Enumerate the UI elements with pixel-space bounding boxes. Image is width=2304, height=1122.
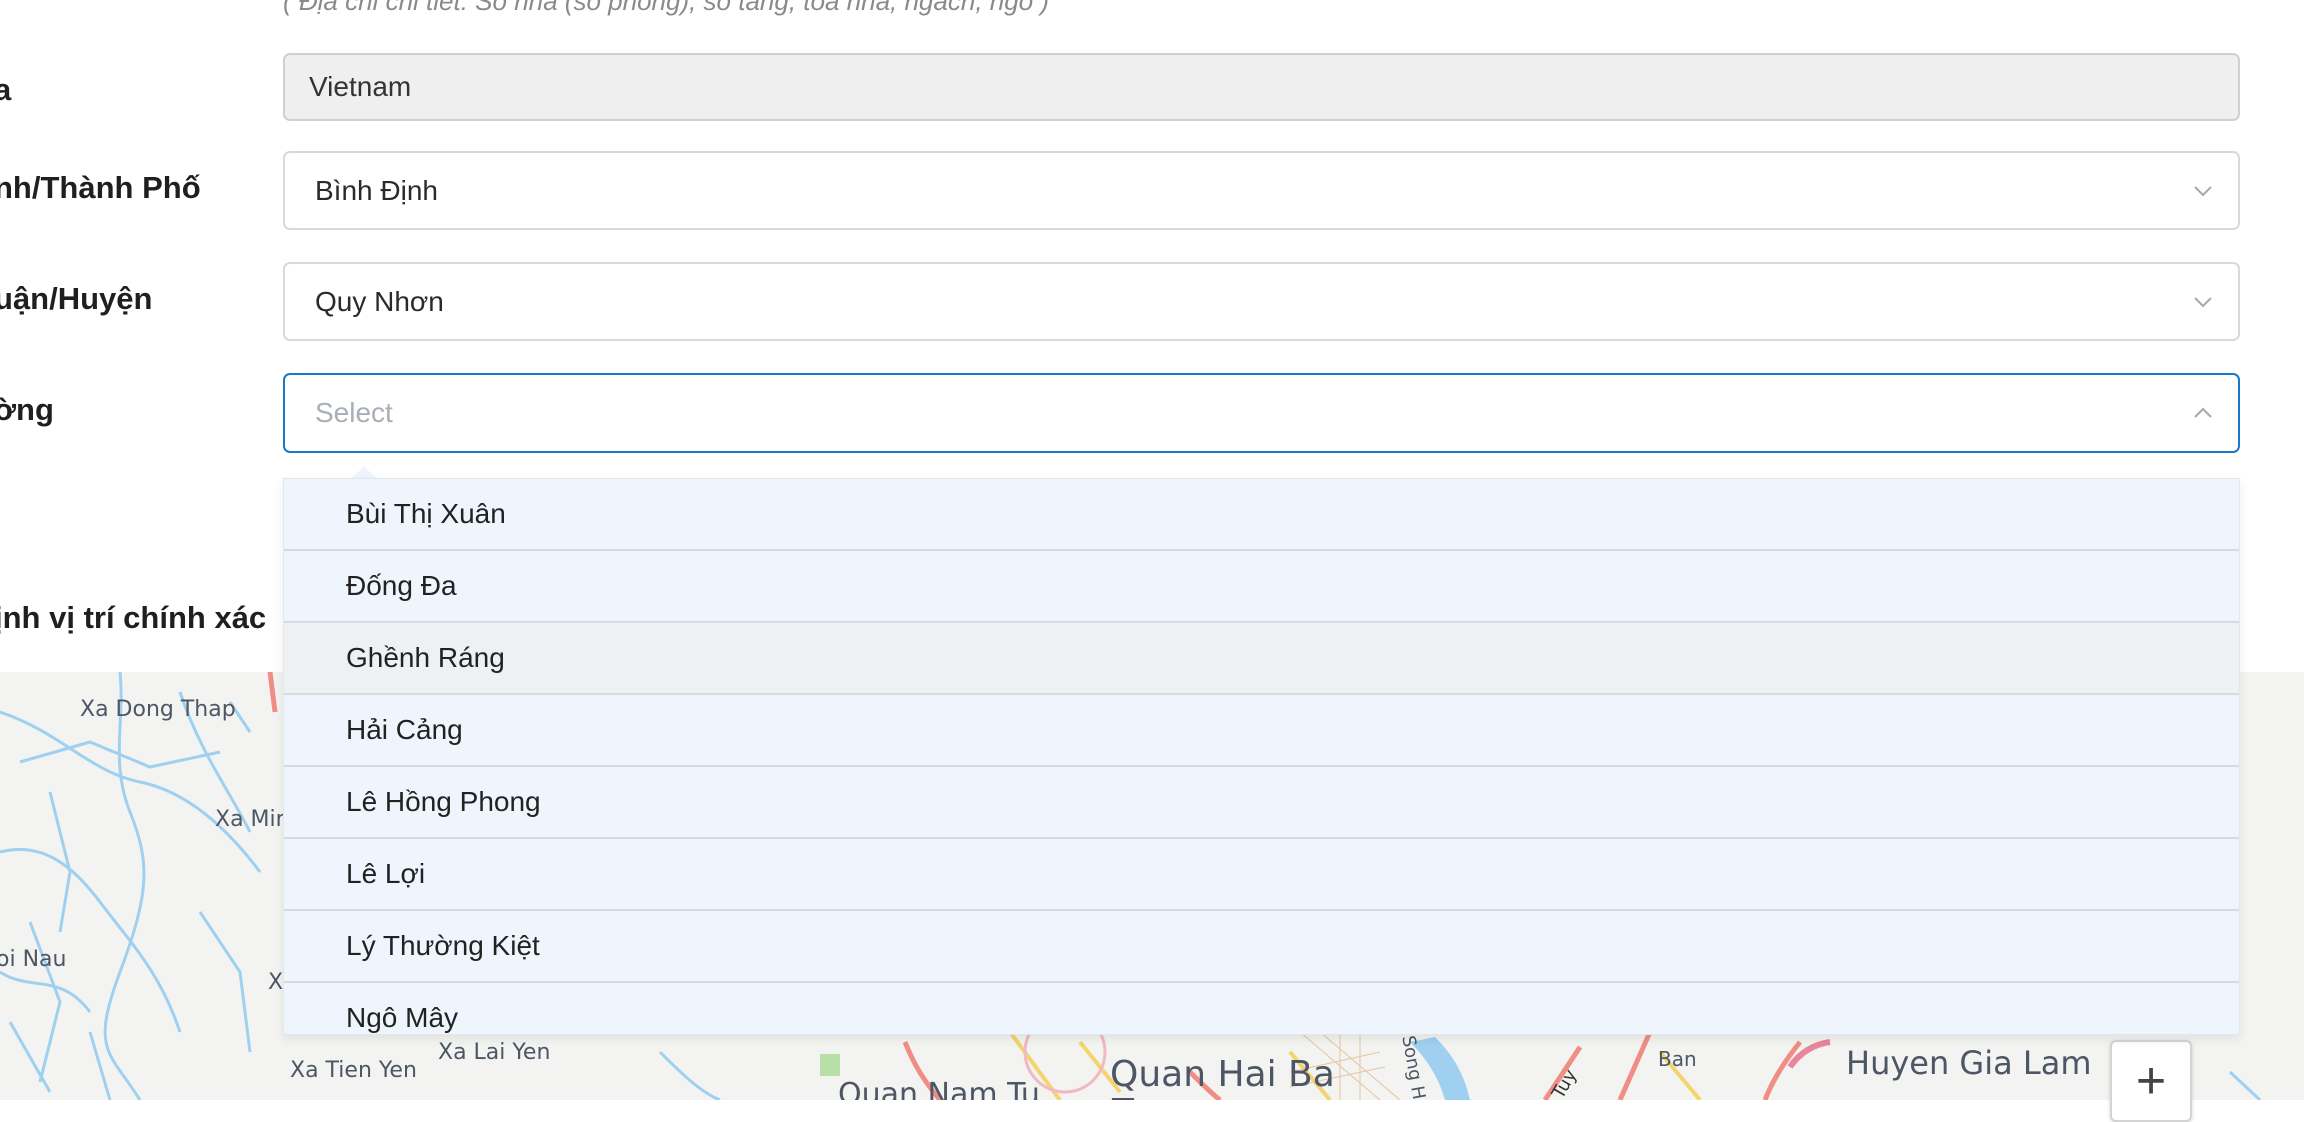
map-label-ban: Ban [1658,1047,1697,1071]
zoom-in-button[interactable]: + [2110,1040,2192,1122]
map-label-quan-hai-ba: Quan Hai Ba [1110,1054,1335,1095]
dropdown-caret [352,466,376,478]
map-label-xa-tien-yen: Xa Tien Yen [290,1058,417,1083]
ward-option[interactable]: Ngô Mây [284,983,2239,1034]
map-label-xa-lai-yen: Xa Lai Yen [438,1040,551,1065]
chevron-down-icon [2194,296,2212,307]
map-label-oi-nau: oi Nau [0,947,67,972]
map-section-label: ịnh vị trí chính xác [0,600,267,635]
ward-dropdown[interactable]: Bùi Thị Xuân Đống Đa Ghềnh Ráng Hải Cảng… [283,478,2240,1035]
map-label-x: X [268,970,284,995]
map-label-trung: Trung [1112,1092,1212,1100]
district-label: uận/Huyện [0,281,153,316]
country-label: a [0,72,12,107]
ward-option[interactable]: Ghềnh Ráng [284,623,2239,695]
province-select[interactable]: Bình Định [283,151,2240,230]
ward-placeholder: Select [315,397,393,428]
ward-option[interactable]: Đống Đa [284,551,2239,623]
map-label-xa-min: Xa Min [215,807,290,832]
address-hint: ( Địa chỉ chi tiết: Số nhà (số phòng), s… [283,0,1050,16]
district-value: Quy Nhơn [315,285,444,317]
map-label-huyen-gia-lam: Huyen Gia Lam [1846,1044,2092,1082]
ward-option[interactable]: Lê Hồng Phong [284,767,2239,839]
ward-option[interactable]: Bùi Thị Xuân [284,479,2239,551]
ward-option[interactable]: Lý Thường Kiệt [284,911,2239,983]
ward-label: ờng [0,392,54,427]
province-value: Bình Định [315,174,438,206]
country-field: Vietnam [283,53,2240,121]
ward-option[interactable]: Lê Lợi [284,839,2239,911]
map-label-xa-dong-thap: Xa Dong Thap [80,697,236,722]
province-label: nh/Thành Phố [0,170,201,205]
ward-option[interactable]: Hải Cảng [284,695,2239,767]
chevron-up-icon [2194,407,2212,418]
district-select[interactable]: Quy Nhơn [283,262,2240,341]
country-value: Vietnam [309,71,412,102]
map-label-quan-nam-tu: Quan Nam Tu [838,1077,1040,1100]
ward-select[interactable]: Select [283,373,2240,453]
chevron-down-icon [2194,185,2212,196]
